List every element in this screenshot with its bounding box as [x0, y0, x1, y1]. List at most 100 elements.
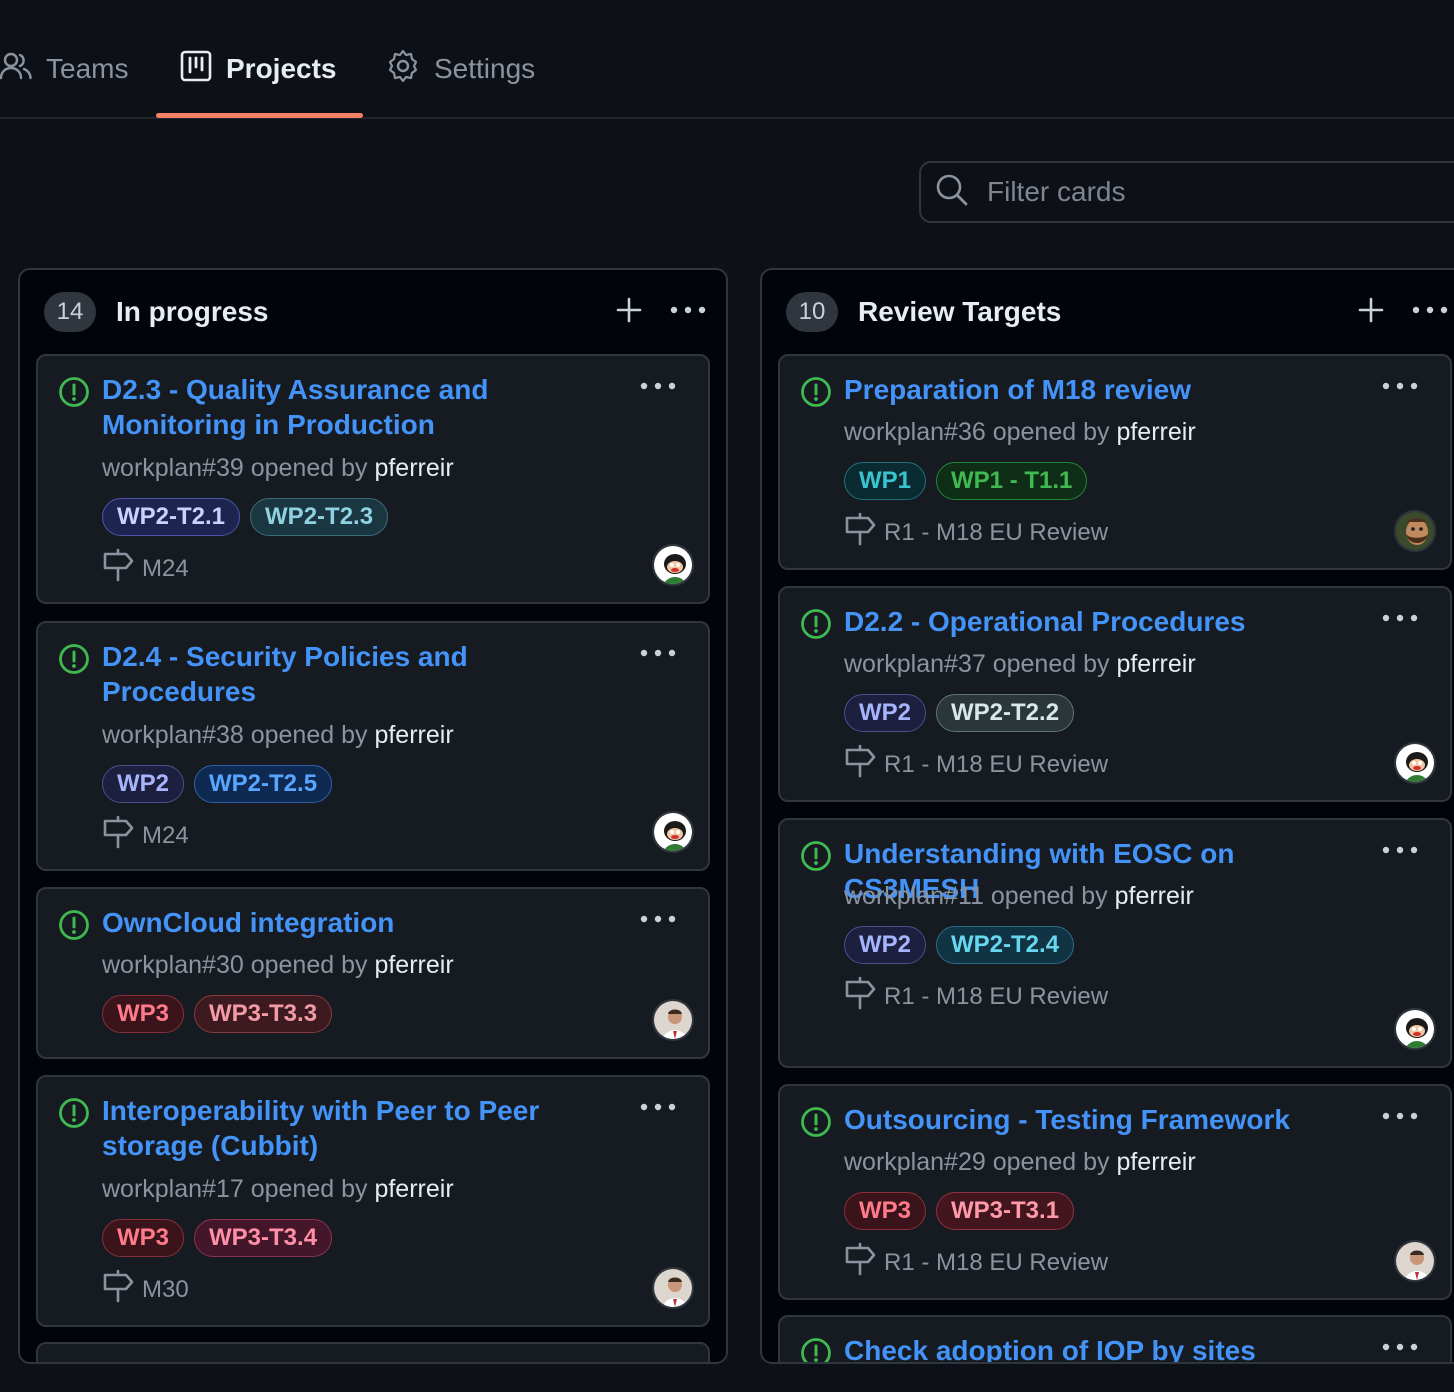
issue-label[interactable]: WP2-T2.4	[936, 926, 1075, 964]
issue-meta: workplan#39 opened by pferreir	[102, 454, 454, 483]
author-link[interactable]: pferreir	[1116, 1148, 1195, 1176]
issue-card[interactable]: Interoperability with Peer to Peer stora…	[36, 1075, 710, 1327]
assignee-avatar[interactable]	[652, 999, 694, 1041]
milestone[interactable]: R1 - M18 EU Review	[844, 512, 1108, 553]
issue-reference[interactable]: workplan#29	[844, 1148, 986, 1176]
card-menu-button[interactable]	[1380, 1335, 1420, 1359]
add-card-button[interactable]	[612, 290, 646, 330]
issue-label[interactable]: WP2	[844, 926, 927, 964]
issue-title-link[interactable]: Preparation of M18 review	[844, 372, 1304, 407]
author-link[interactable]: pferreir	[1116, 418, 1195, 446]
issue-label[interactable]: WP3	[844, 1192, 927, 1230]
project-board-icon	[180, 50, 212, 89]
assignee-avatar[interactable]	[652, 811, 694, 853]
issue-label[interactable]: WP2-T2.3	[250, 498, 389, 536]
column-review-targets: 10 Review Targets Preparation of M18 rev…	[760, 268, 1454, 1364]
issue-reference[interactable]: workplan#11	[844, 882, 984, 910]
issue-card[interactable]: Preparation of M18 review workplan#36 ope…	[778, 354, 1452, 570]
assignee-avatar[interactable]	[1394, 1008, 1436, 1050]
issue-reference[interactable]: workplan#17	[102, 1175, 244, 1203]
opened-by-text: opened by	[250, 721, 368, 749]
milestone-icon	[102, 815, 134, 856]
active-tab-indicator	[156, 113, 363, 118]
issue-label[interactable]: WP3-T3.4	[194, 1219, 333, 1257]
issue-reference[interactable]: workplan#37	[844, 650, 986, 678]
assignee-avatar[interactable]	[652, 1267, 694, 1309]
label-list: WP3 WP3-T3.4	[102, 1219, 333, 1257]
column-card-count: 10	[786, 292, 838, 332]
issue-label[interactable]: WP3-T3.1	[936, 1192, 1075, 1230]
issue-title-link[interactable]: OwnCloud integration	[102, 905, 562, 940]
issue-card-partial[interactable]	[36, 1342, 710, 1362]
issue-label[interactable]: WP2-T2.1	[102, 498, 241, 536]
issue-reference[interactable]: workplan#36	[844, 418, 986, 446]
add-card-button[interactable]	[1354, 290, 1388, 330]
milestone[interactable]: M24	[102, 815, 189, 856]
milestone[interactable]: M30	[102, 1269, 189, 1310]
card-menu-button[interactable]	[1380, 606, 1420, 630]
card-menu-button[interactable]	[638, 641, 678, 665]
column-menu-button[interactable]	[668, 298, 708, 322]
issue-label[interactable]: WP1 - T1.1	[936, 462, 1088, 500]
assignee-avatar[interactable]	[1394, 742, 1436, 784]
issue-title-link[interactable]: D2.3 - Quality Assurance and Monitoring …	[102, 372, 562, 442]
card-menu-button[interactable]	[638, 374, 678, 398]
label-list: WP1 WP1 - T1.1	[844, 462, 1088, 500]
issue-title-link[interactable]: Outsourcing - Testing Framework	[844, 1102, 1304, 1137]
tab-projects[interactable]: Projects	[180, 36, 337, 102]
tab-settings[interactable]: Settings	[386, 36, 535, 102]
issue-label[interactable]: WP2-T2.2	[936, 694, 1075, 732]
issue-card[interactable]: D2.4 - Security Policies and Procedures w…	[36, 621, 710, 871]
milestone[interactable]: R1 - M18 EU Review	[844, 1242, 1108, 1283]
card-menu-button[interactable]	[638, 1095, 678, 1119]
open-issue-icon	[58, 909, 90, 946]
author-link[interactable]: pferreir	[374, 454, 453, 482]
issue-meta: workplan#37 opened by pferreir	[844, 650, 1196, 679]
issue-label[interactable]: WP3	[102, 995, 185, 1033]
issue-label[interactable]: WP3	[102, 1219, 185, 1257]
issue-card[interactable]: D2.2 - Operational Procedures workplan#37…	[778, 586, 1452, 802]
issue-card[interactable]: Check adoption of IOP by sites	[778, 1315, 1452, 1362]
issue-reference[interactable]: workplan#30	[102, 951, 244, 979]
issue-title-link[interactable]: Interoperability with Peer to Peer stora…	[102, 1093, 562, 1163]
kebab-horizontal-icon	[1382, 614, 1418, 622]
issue-label[interactable]: WP2	[102, 765, 185, 803]
issue-label[interactable]: WP1	[844, 462, 927, 500]
issue-label[interactable]: WP2	[844, 694, 927, 732]
label-list: WP2-T2.1 WP2-T2.3	[102, 498, 389, 536]
card-menu-button[interactable]	[1380, 838, 1420, 862]
author-link[interactable]: pferreir	[374, 951, 453, 979]
issue-title-link[interactable]: Check adoption of IOP by sites	[844, 1333, 1304, 1362]
issue-card[interactable]: Outsourcing - Testing Framework workplan#…	[778, 1084, 1452, 1300]
issue-label[interactable]: WP3-T3.3	[194, 995, 333, 1033]
issue-card[interactable]: OwnCloud integration workplan#30 opened b…	[36, 887, 710, 1059]
author-link[interactable]: pferreir	[374, 721, 453, 749]
issue-title-link[interactable]: D2.2 - Operational Procedures	[844, 604, 1304, 639]
issue-meta: workplan#17 opened by pferreir	[102, 1175, 454, 1204]
milestone[interactable]: M24	[102, 548, 189, 589]
issue-card[interactable]: D2.3 - Quality Assurance and Monitoring …	[36, 354, 710, 604]
assignee-avatar[interactable]	[1394, 1240, 1436, 1282]
assignee-avatar[interactable]	[1394, 510, 1436, 552]
author-link[interactable]: pferreir	[1116, 650, 1195, 678]
issue-meta: workplan#36 opened by pferreir	[844, 418, 1196, 447]
author-link[interactable]: pferreir	[1115, 882, 1194, 910]
column-header: 14 In progress	[20, 270, 726, 354]
card-menu-button[interactable]	[1380, 1104, 1420, 1128]
milestone[interactable]: R1 - M18 EU Review	[844, 976, 1108, 1017]
card-menu-button[interactable]	[1380, 374, 1420, 398]
issue-title-link[interactable]: D2.4 - Security Policies and Procedures	[102, 639, 562, 709]
milestone[interactable]: R1 - M18 EU Review	[844, 744, 1108, 785]
tab-teams[interactable]: Teams	[0, 36, 128, 102]
assignee-avatar[interactable]	[652, 544, 694, 586]
issue-reference[interactable]: workplan#39	[102, 454, 244, 482]
issue-reference[interactable]: workplan#38	[102, 721, 244, 749]
issue-label[interactable]: WP2-T2.5	[194, 765, 333, 803]
author-link[interactable]: pferreir	[374, 1175, 453, 1203]
column-menu-button[interactable]	[1410, 298, 1450, 322]
issue-card[interactable]: Understanding with EOSC on CS3MESH workpl…	[778, 818, 1452, 1068]
milestone-icon	[844, 512, 876, 553]
filter-cards-input[interactable]	[985, 175, 1429, 209]
card-menu-button[interactable]	[638, 907, 678, 931]
gear-icon	[386, 49, 420, 90]
